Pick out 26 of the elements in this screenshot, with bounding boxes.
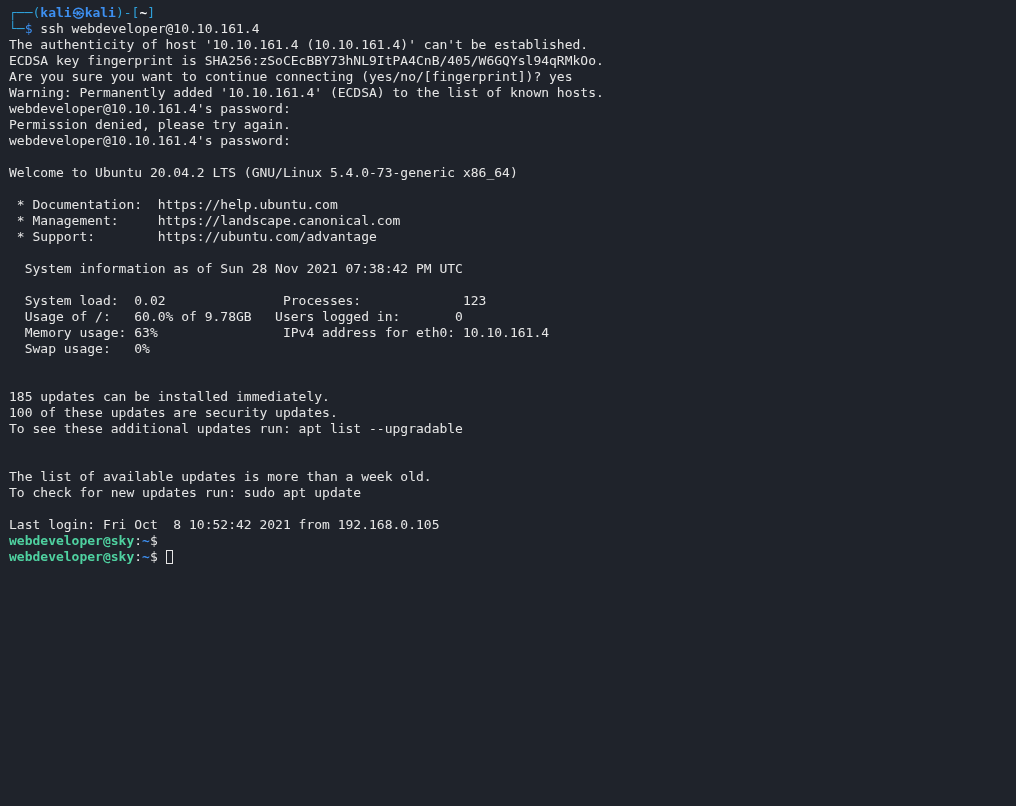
output-line: * Documentation: https://help.ubuntu.com xyxy=(15,197,338,213)
output-line: System load: 0.02 Processes: 123 xyxy=(23,293,487,309)
output-line: System information as of Sun 28 Nov 2021 07:38:42 PM UTC xyxy=(23,261,463,277)
output-line: Permission denied, please try again. xyxy=(9,117,291,133)
shell-prompt: webdeveloper@sky:~$ xyxy=(9,549,158,565)
output-line: Last login: Fri Oct 8 10:52:42 2021 from 192.168.0.105 xyxy=(9,517,440,533)
shell-prompt: webdeveloper@sky:~$ xyxy=(9,533,158,549)
output-line: 100 of these updates are security updates. xyxy=(9,405,338,421)
output-line: webdeveloper@10.10.161.4's password: xyxy=(9,133,291,149)
output-line: The list of available updates is more than a week old. xyxy=(9,469,432,485)
output-line: To see these additional updates run: apt list --upgradable xyxy=(9,421,463,437)
output-line: * Management: https://landscape.canonical.com xyxy=(15,213,401,229)
output-line: Swap usage: 0% xyxy=(23,341,150,357)
output-line: The authenticity of host '10.10.161.4 (10.10.161.4)' can't be established. xyxy=(9,37,589,53)
output-line: ECDSA key fingerprint is SHA256:zSoCEcBBY73hNL9ItPA4CnB/405/W6GQYsl94qRMkOo. xyxy=(9,53,604,69)
output-line: To check for new updates run: sudo apt update xyxy=(9,485,362,501)
output-line: Usage of /: 60.0% of 9.78GB Users logged in: 0 xyxy=(23,309,463,325)
output-line: 185 updates can be installed immediately. xyxy=(9,389,330,405)
output-line: Are you sure you want to continue connecting (yes/no/[fingerprint])? yes xyxy=(9,69,573,85)
output-line: Warning: Permanently added '10.10.161.4' (ECDSA) to the list of known hosts. xyxy=(9,85,604,101)
prompt-header: ┌──(kali㉿kali)-[~] xyxy=(9,5,156,21)
command-line: └─$ ssh webdeveloper@10.10.161.4 xyxy=(9,21,260,37)
output-line: Memory usage: 63% IPv4 address for eth0: 10.10.161.4 xyxy=(23,325,550,341)
output-line: Welcome to Ubuntu 20.04.2 LTS (GNU/Linux 5.4.0-73-generic x86_64) xyxy=(9,165,518,181)
output-line: * Support: https://ubuntu.com/advantage xyxy=(15,229,377,245)
output-line: webdeveloper@10.10.161.4's password: xyxy=(9,101,291,117)
